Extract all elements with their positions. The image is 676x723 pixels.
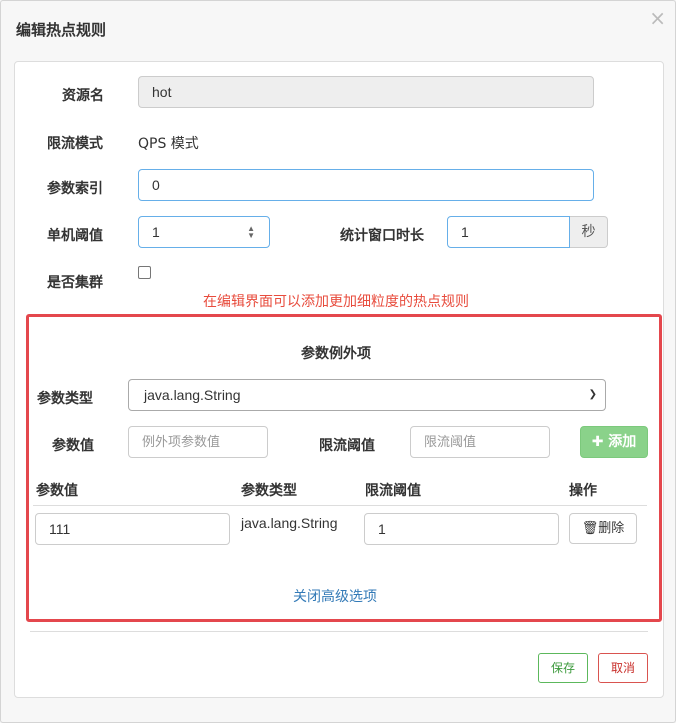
trash-icon: 🗑 (581, 521, 599, 536)
param-index-input[interactable]: 0 (138, 169, 594, 201)
single-threshold-input[interactable]: 1 ▲ ▼ (138, 216, 270, 248)
col-param-type: 参数类型 (241, 483, 297, 499)
flow-mode-value: QPS 模式 (138, 136, 199, 152)
col-limit: 限流阈值 (365, 483, 421, 499)
param-index-label: 参数索引 (47, 181, 103, 197)
cancel-button[interactable]: 取消 (598, 653, 648, 683)
param-type-select[interactable]: java.lang.String ❯ (128, 379, 606, 411)
param-type-label: 参数类型 (37, 391, 93, 407)
stat-window-unit: 秒 (570, 216, 608, 248)
chevron-down-icon: ❯ (588, 389, 597, 400)
flow-mode-label: 限流模式 (47, 136, 103, 152)
single-threshold-value: 1 (152, 224, 160, 240)
stat-window-label: 统计窗口时长 (340, 228, 424, 244)
delete-row-button[interactable]: 🗑删除 (569, 513, 637, 544)
exception-limit-label: 限流阈值 (319, 438, 375, 454)
resource-name-label: 资源名 (62, 88, 104, 104)
add-exception-button[interactable]: ✚ 添加 (580, 426, 648, 458)
exception-value-label: 参数值 (52, 438, 94, 454)
spinner-icon[interactable]: ▲ ▼ (247, 225, 255, 240)
single-threshold-label: 单机阈值 (47, 228, 103, 244)
param-type-selected: java.lang.String (144, 387, 241, 403)
row-type-text: java.lang.String (241, 515, 338, 531)
resource-name-input[interactable]: hot (138, 76, 594, 108)
close-advanced-link[interactable]: 关闭高级选项 (293, 586, 377, 606)
col-param-value: 参数值 (36, 483, 78, 499)
row-limit-input[interactable]: 1 (364, 513, 559, 545)
footer-rule (30, 631, 648, 632)
close-icon[interactable]: × (649, 7, 666, 29)
col-action: 操作 (569, 483, 597, 499)
row-value-input[interactable]: 111 (35, 513, 230, 545)
annotation-text: 在编辑界面可以添加更加细粒度的热点规则 (203, 294, 469, 310)
exception-value-input[interactable]: 例外项参数值 (128, 426, 268, 458)
table-header-rule (33, 505, 647, 506)
stat-window-input[interactable]: 1 (447, 216, 570, 248)
exception-limit-input[interactable]: 限流阈值 (410, 426, 550, 458)
exceptions-title: 参数例外项 (301, 346, 371, 362)
cluster-label: 是否集群 (47, 275, 103, 291)
cluster-checkbox[interactable] (138, 266, 151, 279)
dialog-title: 编辑热点规则 (16, 21, 107, 39)
save-button[interactable]: 保存 (538, 653, 588, 683)
delete-label: 删除 (598, 521, 625, 536)
